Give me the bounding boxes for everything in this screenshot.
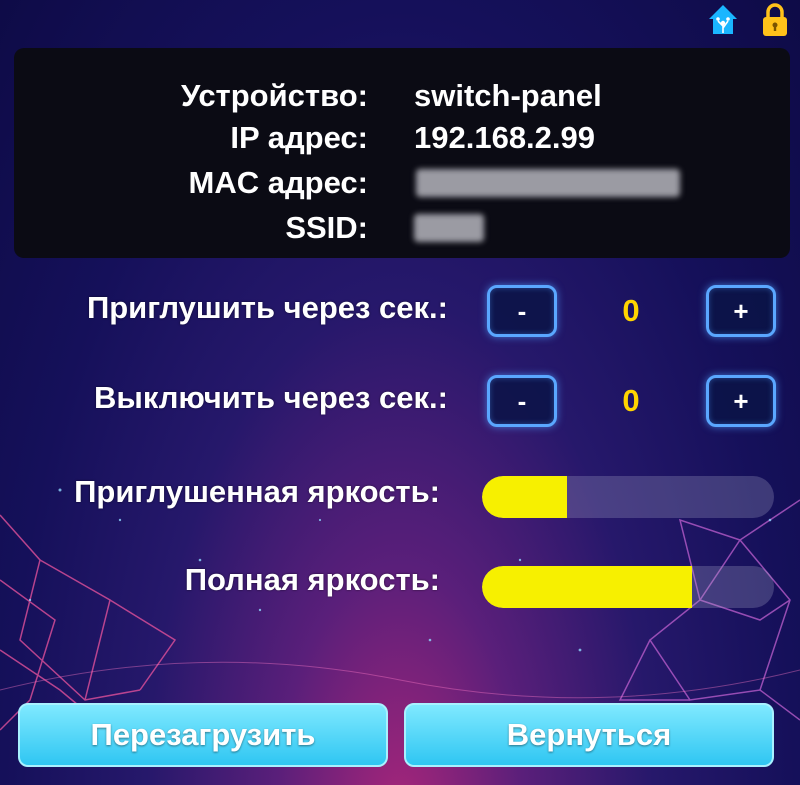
dim-after-decrease-button[interactable]: - <box>487 285 557 337</box>
ssid-row: SSID: <box>14 208 790 248</box>
off-after-label: Выключить через сек.: <box>93 380 448 415</box>
off-after-value: 0 <box>622 383 640 418</box>
dim-brightness-slider[interactable] <box>482 476 774 518</box>
reboot-button[interactable]: Перезагрузить <box>18 703 388 767</box>
ssid-value-redacted <box>414 214 484 242</box>
device-row: Устройство: switch-panel <box>14 76 790 116</box>
back-button[interactable]: Вернуться <box>404 703 774 767</box>
lock-icon[interactable] <box>758 2 792 38</box>
dim-brightness-label: Приглушенная яркость: <box>74 474 440 509</box>
device-info-panel: Устройство: switch-panel IP адрес: 192.1… <box>14 48 790 258</box>
ssid-label: SSID: <box>285 210 368 245</box>
device-label: Устройство: <box>180 78 368 113</box>
full-brightness-label: Полная яркость: <box>184 562 440 597</box>
mac-label: MAC адрес: <box>188 165 368 200</box>
ip-value: 192.168.2.99 <box>414 120 596 155</box>
dim-after-increase-button[interactable]: + <box>706 285 776 337</box>
ip-label: IP адрес: <box>230 120 368 155</box>
device-value: switch-panel <box>414 78 602 113</box>
mac-value-redacted <box>416 169 680 197</box>
full-brightness-slider[interactable] <box>482 566 774 608</box>
full-brightness-fill <box>482 566 693 608</box>
ip-row: IP адрес: 192.168.2.99 <box>14 118 790 158</box>
off-after-decrease-button[interactable]: - <box>487 375 557 427</box>
dim-after-value: 0 <box>622 293 640 328</box>
home-assistant-icon[interactable] <box>706 2 740 38</box>
mac-row: MAC адрес: <box>14 163 790 203</box>
off-after-increase-button[interactable]: + <box>706 375 776 427</box>
dim-after-label: Приглушить через сек.: <box>86 290 448 325</box>
dim-brightness-fill <box>482 476 567 518</box>
